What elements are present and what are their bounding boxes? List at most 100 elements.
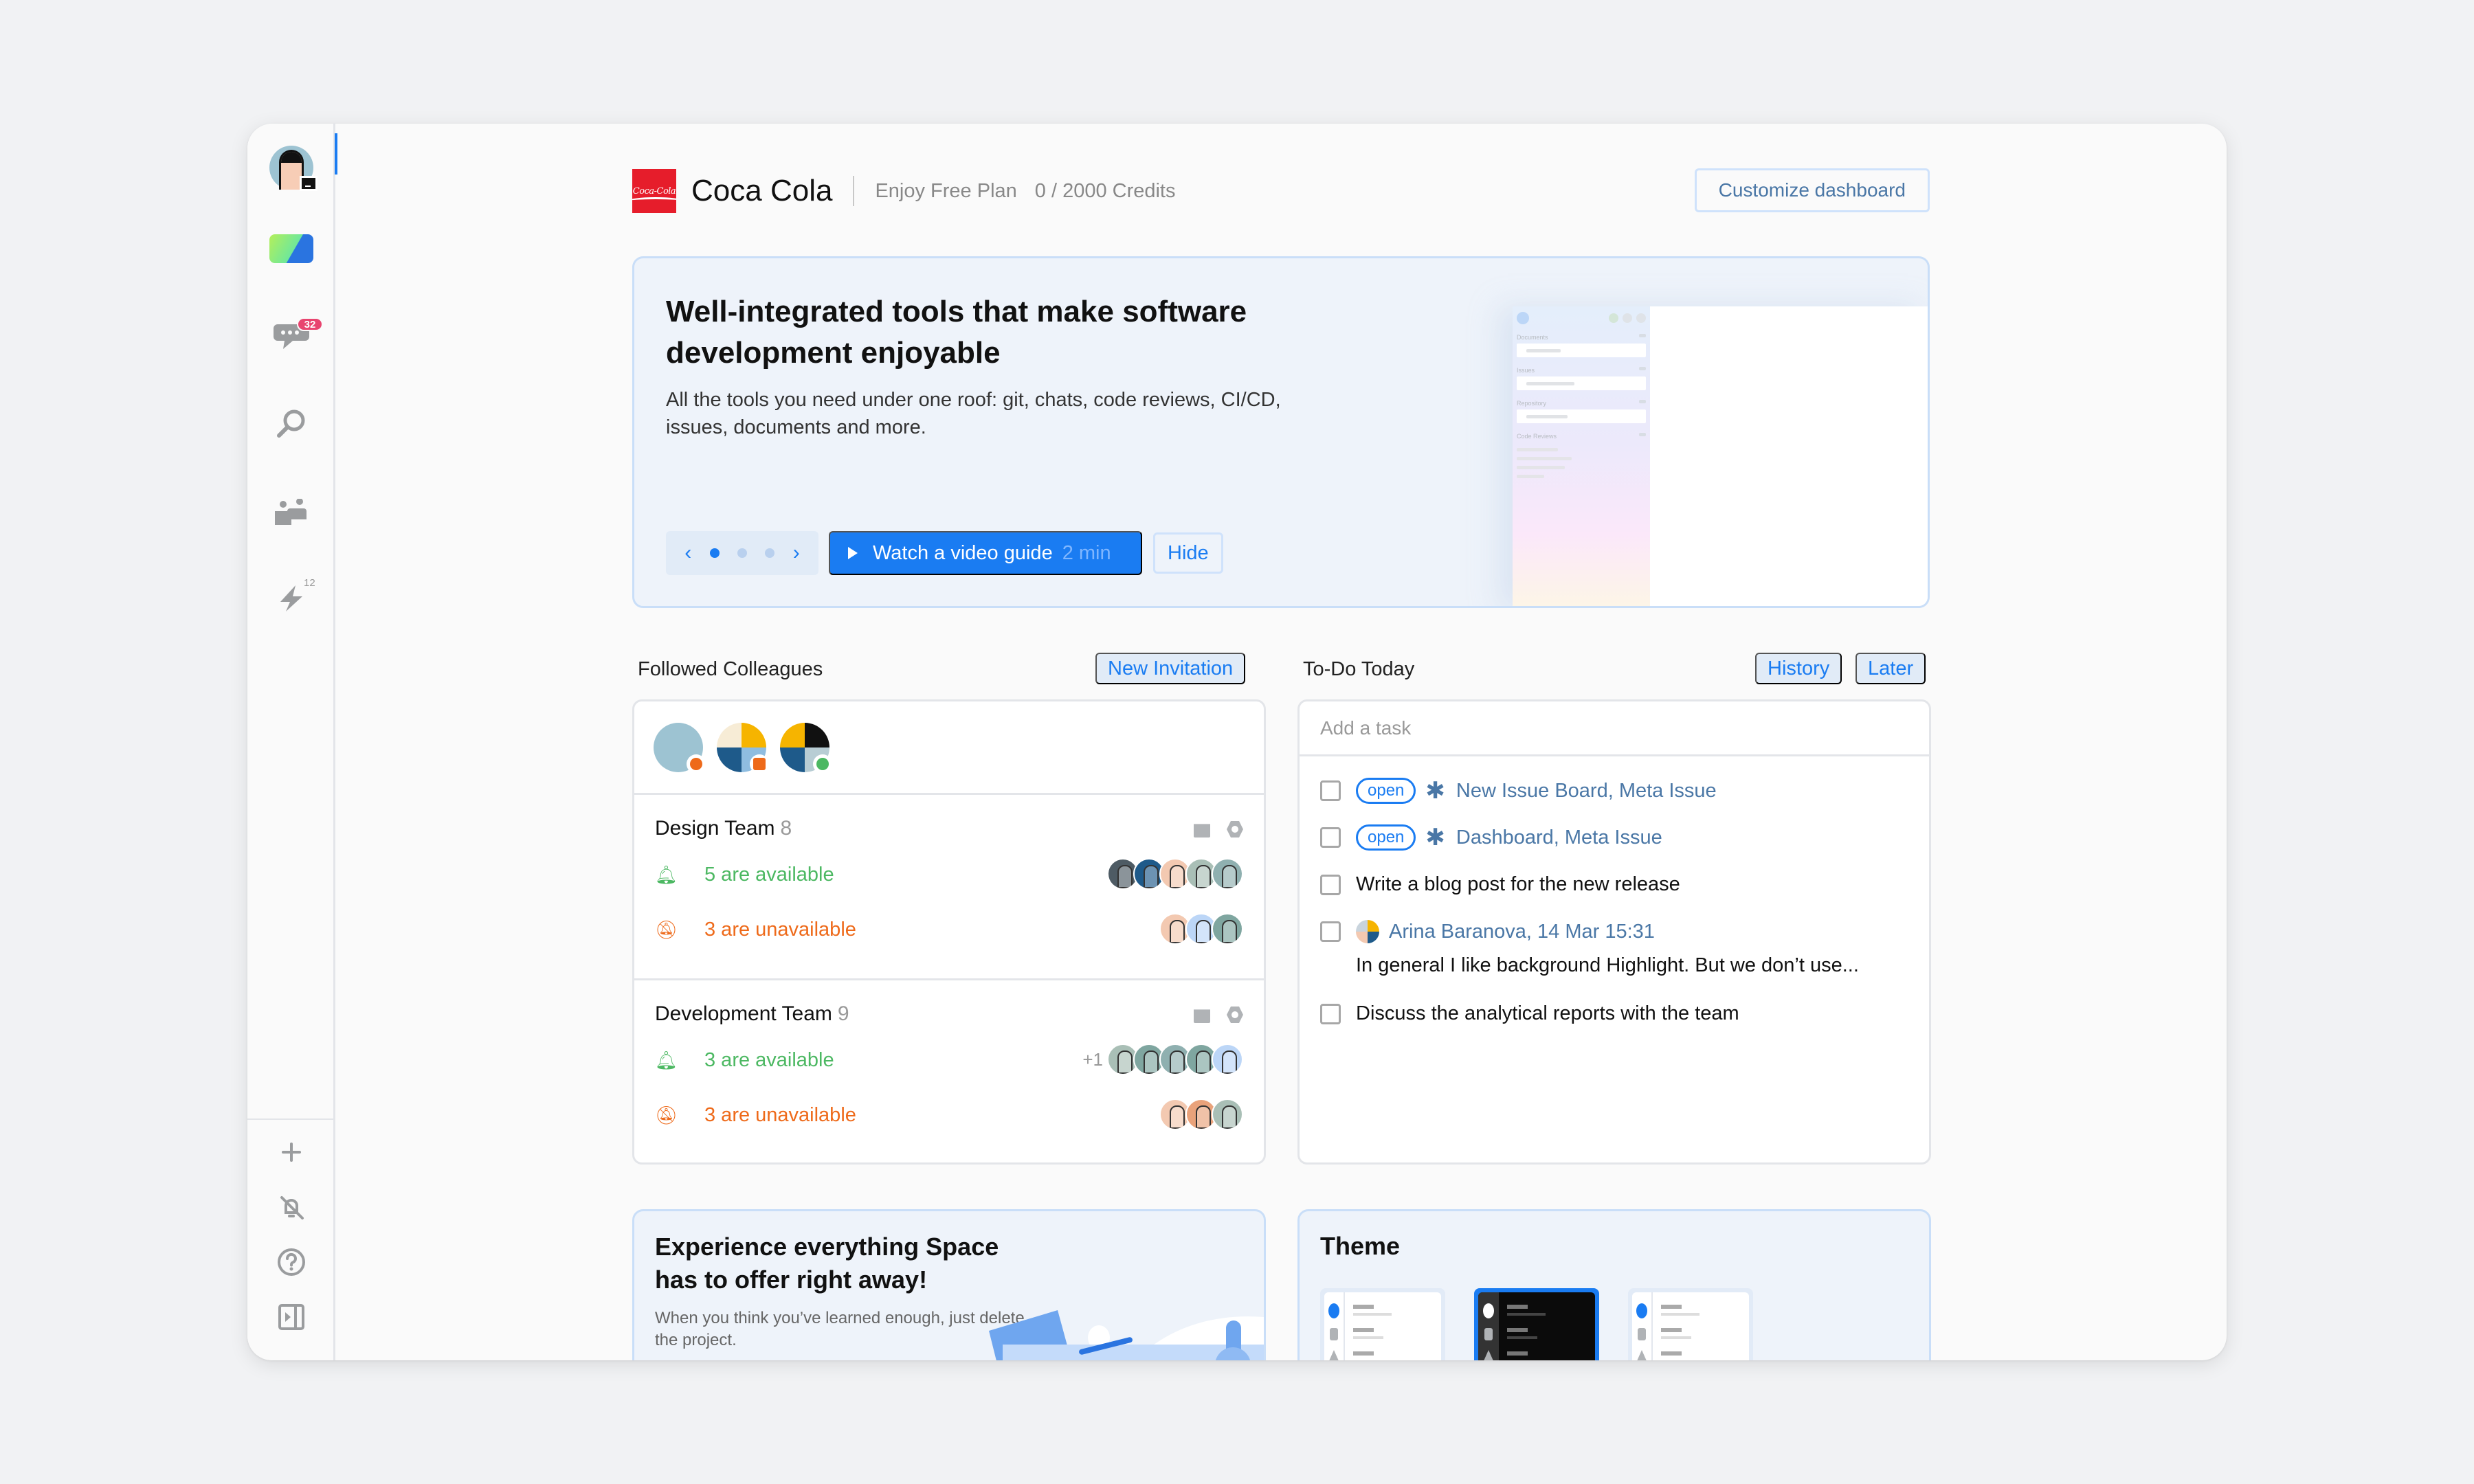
available-members[interactable]: 🔔︎ 3 are available	[655, 1049, 834, 1072]
bell-icon: 🔔︎	[655, 1050, 678, 1070]
member-avatar[interactable]	[1212, 1044, 1243, 1075]
colleague-avatar[interactable]	[654, 722, 706, 774]
watch-video-button[interactable]: Watch a video guide 2 min	[829, 531, 1142, 575]
theme-option-dark[interactable]	[1474, 1288, 1599, 1360]
message-preview: In general I like background Highlight. …	[1356, 954, 1859, 976]
header-separator	[853, 176, 855, 206]
member-avatar[interactable]	[1212, 913, 1243, 945]
pager-dot[interactable]	[765, 548, 775, 558]
calendar-icon[interactable]	[1194, 1009, 1210, 1023]
issue-link[interactable]: New Issue Board, Meta Issue	[1456, 780, 1717, 802]
project-illustration	[989, 1310, 1264, 1360]
sidebar-item-search[interactable]	[247, 397, 335, 452]
todo-item: Write a blog post for the new release	[1320, 873, 1680, 896]
preview-section-label: Repository	[1513, 396, 1650, 409]
active-indicator	[335, 133, 337, 175]
help-icon	[278, 1248, 305, 1276]
credits-label: 0 / 2000 Credits	[1034, 179, 1176, 202]
sidebar-divider	[247, 1118, 335, 1120]
dashboard-header: Coca-Cola Coca Cola Enjoy Free Plan 0 / …	[632, 168, 1930, 214]
todo-text: Write a blog post for the new release	[1356, 873, 1680, 895]
sidebar-item-help[interactable]	[247, 1239, 335, 1285]
history-button[interactable]: History	[1755, 653, 1842, 684]
todo-title: To-Do Today	[1303, 658, 1415, 680]
people-icon	[275, 499, 307, 525]
todo-item: Discuss the analytical reports with the …	[1320, 1002, 1739, 1025]
member-avatar[interactable]	[1212, 1099, 1243, 1130]
preview-section-label: Issues	[1513, 363, 1650, 376]
unavailable-members[interactable]: 🔕︎ 3 are unavailable	[655, 919, 856, 941]
preview-sidebar: Documents Issues Repository Code Reviews	[1513, 306, 1650, 606]
settings-icon[interactable]	[1227, 821, 1243, 837]
pager-dot[interactable]	[709, 548, 720, 558]
message-author-link[interactable]: Arina Baranova, 14 Mar 15:31	[1389, 921, 1655, 943]
available-avatars: +1	[1082, 1044, 1243, 1075]
app-preview-image: Documents Issues Repository Code Reviews	[1513, 306, 1928, 606]
panel-toggle-icon	[278, 1304, 304, 1330]
theme-option-system[interactable]	[1628, 1288, 1753, 1360]
onboarding-banner: Well-integrated tools that make software…	[632, 256, 1930, 608]
unavailable-avatars	[1159, 1099, 1243, 1130]
organization-logo: Coca-Cola	[632, 169, 676, 213]
theme-option-light[interactable]	[1320, 1288, 1445, 1360]
experience-title: Experience everything Space has to offer…	[655, 1233, 999, 1294]
bell-off-icon	[280, 1196, 304, 1219]
unavailable-members[interactable]: 🔕︎ 3 are unavailable	[655, 1104, 856, 1127]
issue-icon: ✱	[1425, 824, 1445, 851]
colleagues-title: Followed Colleagues	[638, 658, 823, 680]
chevron-left-icon[interactable]: ‹	[684, 541, 691, 565]
banner-description: All the tools you need under one roof: g…	[666, 389, 1281, 438]
sidebar-item-team-directory[interactable]	[247, 485, 335, 540]
plan-label: Enjoy Free Plan	[875, 179, 1017, 202]
chevron-right-icon[interactable]: ›	[793, 541, 800, 565]
status-badge: open	[1356, 778, 1416, 804]
sidebar-item-toggle-panel[interactable]	[247, 1294, 335, 1340]
sidebar-item-automation[interactable]: 12	[247, 570, 335, 625]
todo-panel: open ✱ New Issue Board, Meta Issue open …	[1297, 699, 1931, 1165]
settings-icon[interactable]	[1227, 1007, 1243, 1023]
todo-checkbox[interactable]	[1320, 780, 1341, 801]
preview-section-label: Documents	[1513, 330, 1650, 344]
user-avatar-icon	[269, 146, 317, 191]
customize-dashboard-button[interactable]: Customize dashboard	[1694, 168, 1930, 212]
colleague-avatar[interactable]	[717, 722, 769, 774]
new-invitation-button[interactable]: New Invitation	[1095, 653, 1246, 684]
later-button[interactable]: Later	[1855, 653, 1926, 684]
issue-link[interactable]: Dashboard, Meta Issue	[1456, 827, 1662, 849]
sidebar-item-chats[interactable]: 32	[247, 309, 335, 364]
issue-icon: ✱	[1425, 778, 1445, 804]
todo-checkbox[interactable]	[1320, 874, 1341, 895]
sidebar-item-add[interactable]	[247, 1129, 335, 1175]
experience-card: Experience everything Space has to offer…	[632, 1209, 1266, 1360]
sidebar-profile[interactable]	[247, 133, 337, 195]
member-avatar[interactable]	[1212, 858, 1243, 890]
bell-icon: 🔔︎	[655, 864, 678, 885]
sidebar-item-notifications-muted[interactable]	[247, 1184, 335, 1230]
app-window: 32 12 Coca-Cola Coca Cola Enjoy Free Pla…	[247, 124, 2227, 1360]
bell-off-icon: 🔕︎	[655, 1105, 678, 1125]
available-avatars	[1107, 858, 1243, 890]
team-name[interactable]: Design Team 8	[655, 817, 792, 840]
status-badge: open	[1356, 824, 1416, 851]
unavailable-avatars	[1159, 913, 1243, 945]
bell-off-icon: 🔕︎	[655, 919, 678, 940]
space-logo-icon	[269, 234, 313, 263]
theme-title: Theme	[1320, 1232, 1401, 1260]
todo-checkbox[interactable]	[1320, 921, 1341, 942]
lightning-icon	[280, 585, 302, 611]
calendar-icon[interactable]	[1194, 824, 1210, 837]
todo-checkbox[interactable]	[1320, 827, 1341, 848]
colleague-avatar[interactable]	[780, 722, 832, 774]
watch-video-label: Watch a video guide	[873, 541, 1053, 564]
team-name[interactable]: Development Team 9	[655, 1002, 849, 1026]
experience-description: When you think you’ve learned enough, ju…	[655, 1309, 1025, 1349]
add-task-input[interactable]	[1320, 717, 1929, 739]
pager-dot[interactable]	[737, 548, 747, 558]
hide-banner-button[interactable]: Hide	[1153, 532, 1223, 574]
sidebar-item-space-logo[interactable]	[247, 221, 335, 276]
video-duration: 2 min	[1062, 541, 1111, 564]
todo-checkbox[interactable]	[1320, 1003, 1341, 1024]
todo-item: open ✱ New Issue Board, Meta Issue	[1320, 777, 1717, 805]
available-members[interactable]: 🔔︎ 5 are available	[655, 864, 834, 886]
more-members-count[interactable]: +1	[1082, 1049, 1103, 1070]
